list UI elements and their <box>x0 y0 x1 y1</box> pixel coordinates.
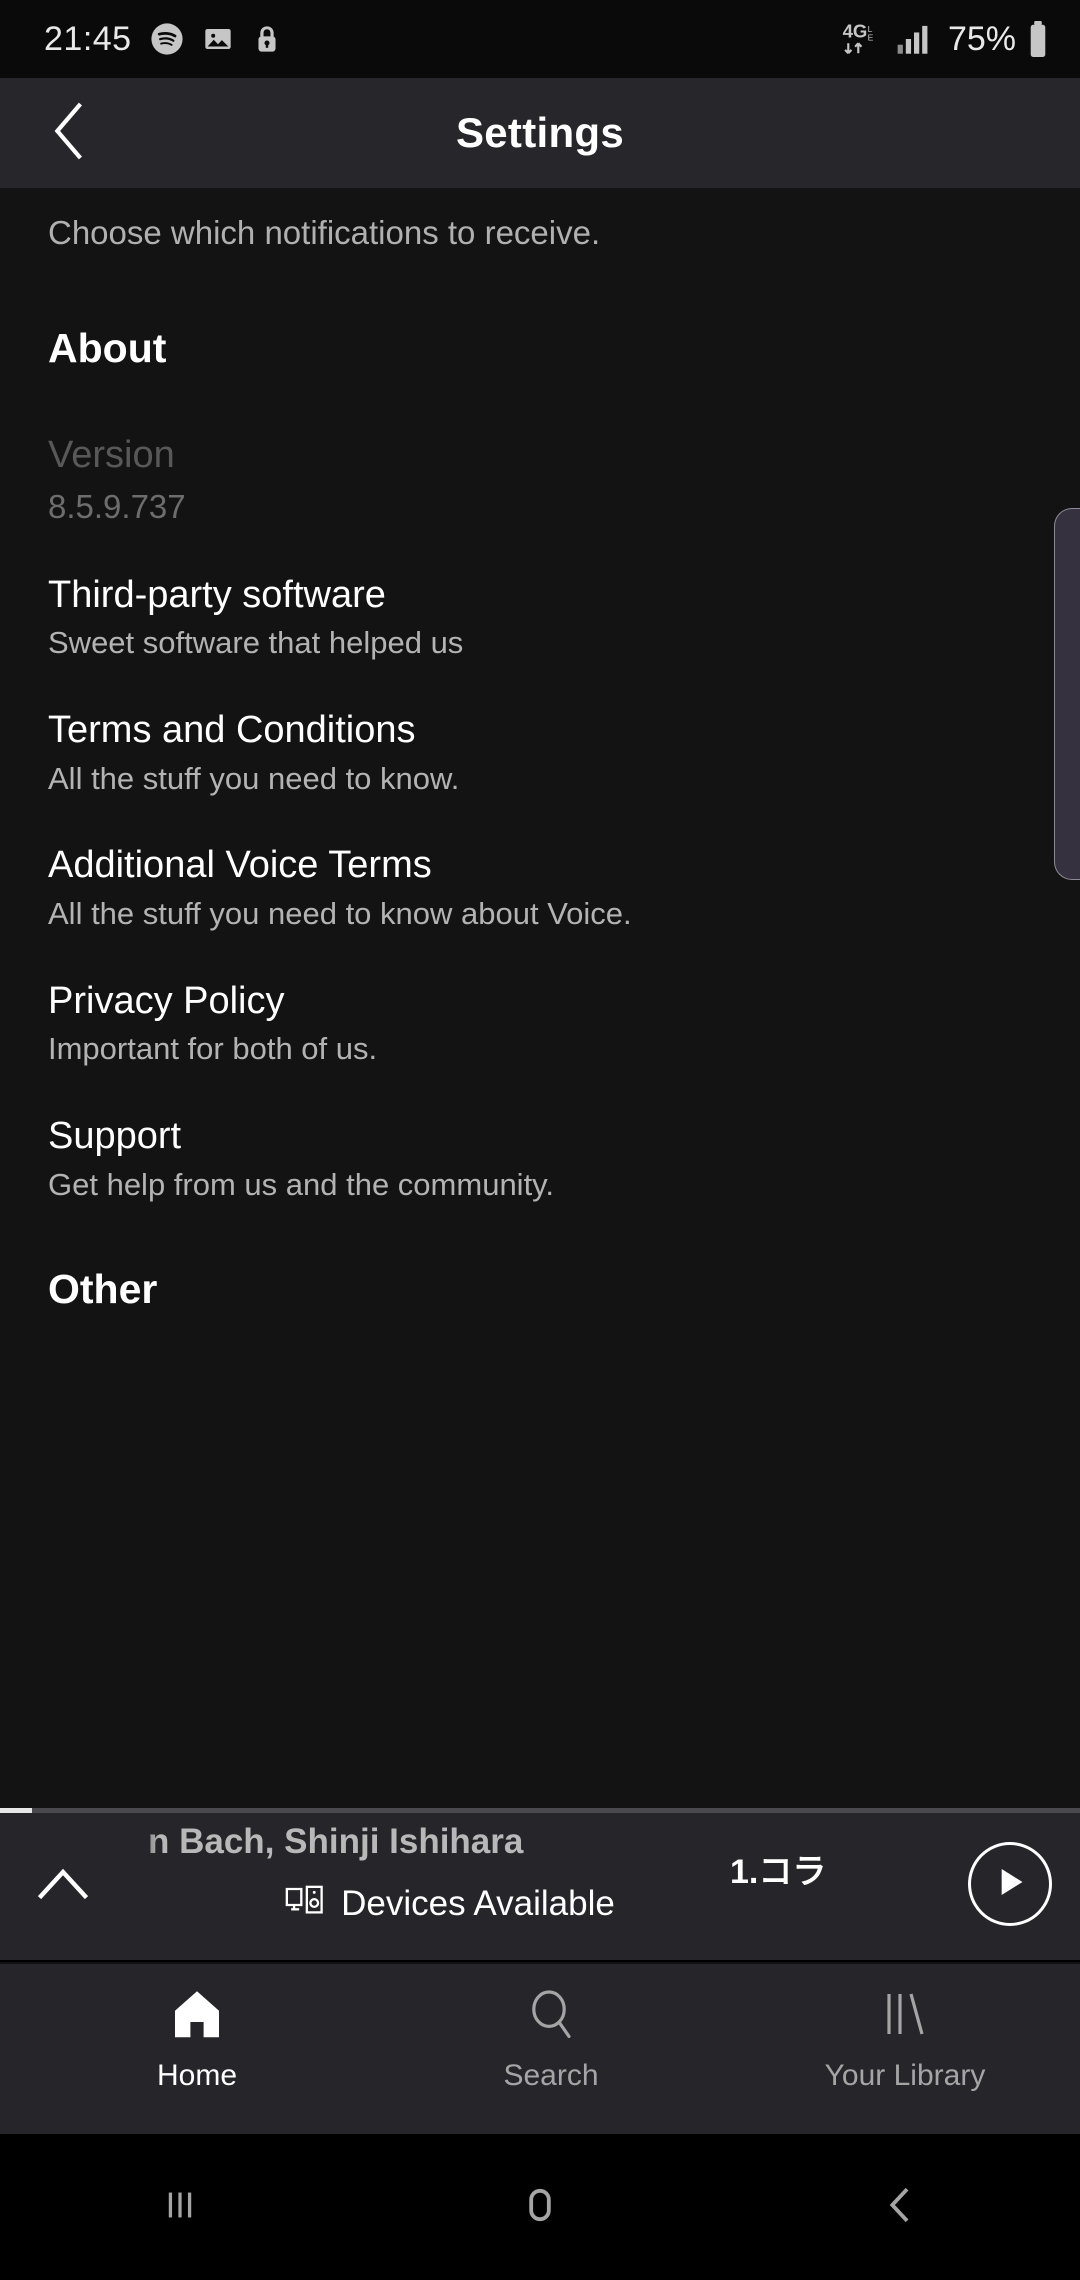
back-chevron-icon <box>47 102 93 165</box>
setting-subtitle: 8.5.9.737 <box>48 488 1080 526</box>
back-button[interactable] <box>30 93 110 173</box>
svg-text:4G: 4G <box>843 21 868 42</box>
settings-scroll-area[interactable]: Choose which notifications to receive. A… <box>0 188 1080 1808</box>
nav-label-search: Search <box>503 2059 598 2093</box>
android-system-nav <box>0 2134 1080 2280</box>
status-bar-left: 21:45 <box>44 20 282 59</box>
setting-row-terms-and-conditions[interactable]: Terms and Conditions All the stuff you n… <box>0 709 1080 796</box>
recents-button[interactable] <box>110 2157 250 2257</box>
search-icon <box>523 1986 579 2047</box>
artist-marquee: n Bach, Shinji Ishihara <box>120 1820 780 1872</box>
setting-subtitle: Get help from us and the community. <box>48 1167 1080 1203</box>
artist-label: n Bach, Shinji Ishihara <box>148 1822 523 1862</box>
spotify-icon <box>150 22 184 56</box>
home-button[interactable] <box>470 2157 610 2257</box>
setting-title: Privacy Policy <box>48 980 1080 1024</box>
battery-icon <box>1026 20 1050 58</box>
network-4g-lte-icon: 4G L E <box>842 19 886 59</box>
gallery-icon <box>202 23 234 55</box>
notifications-description: Choose which notifications to receive. <box>0 188 1080 252</box>
setting-row-version: Version 8.5.9.737 <box>0 434 1080 526</box>
playback-progress-track <box>0 1808 1080 1813</box>
expand-player-button[interactable] <box>28 1850 98 1920</box>
scrollbar-thumb[interactable] <box>1054 508 1080 880</box>
setting-subtitle: Important for both of us. <box>48 1031 1080 1067</box>
setting-row-third-party-software[interactable]: Third-party software Sweet software that… <box>0 574 1080 661</box>
play-icon <box>990 1862 1030 1907</box>
lock-icon <box>252 23 282 55</box>
battery-percent-label: 75% <box>948 20 1016 59</box>
nav-label-home: Home <box>157 2059 237 2093</box>
status-bar: 21:45 <box>0 0 1080 78</box>
setting-title: Terms and Conditions <box>48 709 1080 753</box>
track-title-label: 1.コラ <box>730 1853 826 1891</box>
setting-row-additional-voice-terms[interactable]: Additional Voice Terms All the stuff you… <box>0 844 1080 931</box>
status-time: 21:45 <box>44 20 132 59</box>
signal-bars-icon <box>896 21 932 57</box>
setting-row-support[interactable]: Support Get help from us and the communi… <box>0 1115 1080 1202</box>
mini-player-info: n Bach, Shinji Ishihara Devices Availabl… <box>120 1820 780 1925</box>
track-title-marquee: 1.コラ <box>730 1844 920 1892</box>
page-title: Settings <box>0 109 1080 157</box>
home-icon <box>169 1986 225 2047</box>
nav-item-home[interactable]: Home <box>50 1964 344 2093</box>
section-heading-other: Other <box>0 1266 1080 1313</box>
section-heading-about: About <box>0 325 1080 372</box>
library-icon <box>877 1986 933 2047</box>
nav-item-your-library[interactable]: Your Library <box>758 1964 1052 2093</box>
devices-icon <box>285 1882 325 1925</box>
play-button[interactable] <box>968 1842 1052 1926</box>
setting-title: Support <box>48 1115 1080 1159</box>
setting-subtitle: All the stuff you need to know about Voi… <box>48 896 1080 932</box>
setting-row-privacy-policy[interactable]: Privacy Policy Important for both of us. <box>0 980 1080 1067</box>
bottom-navigation: Home Search Your Library <box>0 1962 1080 2134</box>
nav-item-search[interactable]: Search <box>404 1964 698 2093</box>
devices-available-label: Devices Available <box>341 1884 615 1924</box>
home-square-icon <box>517 2182 563 2233</box>
setting-subtitle: Sweet software that helped us <box>48 625 1080 661</box>
setting-title: Third-party software <box>48 574 1080 618</box>
back-chevron-icon <box>877 2182 923 2233</box>
chevron-up-icon <box>37 1866 89 1905</box>
app-header: Settings <box>0 78 1080 188</box>
mini-player[interactable]: n Bach, Shinji Ishihara Devices Availabl… <box>0 1808 1080 1960</box>
status-bar-right: 4G L E 75% <box>842 19 1050 59</box>
devices-available-button[interactable]: Devices Available <box>120 1882 780 1925</box>
recents-icon <box>157 2182 203 2233</box>
setting-subtitle: All the stuff you need to know. <box>48 761 1080 797</box>
setting-title: Additional Voice Terms <box>48 844 1080 888</box>
system-back-button[interactable] <box>830 2157 970 2257</box>
nav-label-your-library: Your Library <box>825 2059 986 2093</box>
playback-progress-fill <box>0 1808 32 1813</box>
svg-text:E: E <box>868 32 874 42</box>
setting-title: Version <box>48 434 1080 478</box>
